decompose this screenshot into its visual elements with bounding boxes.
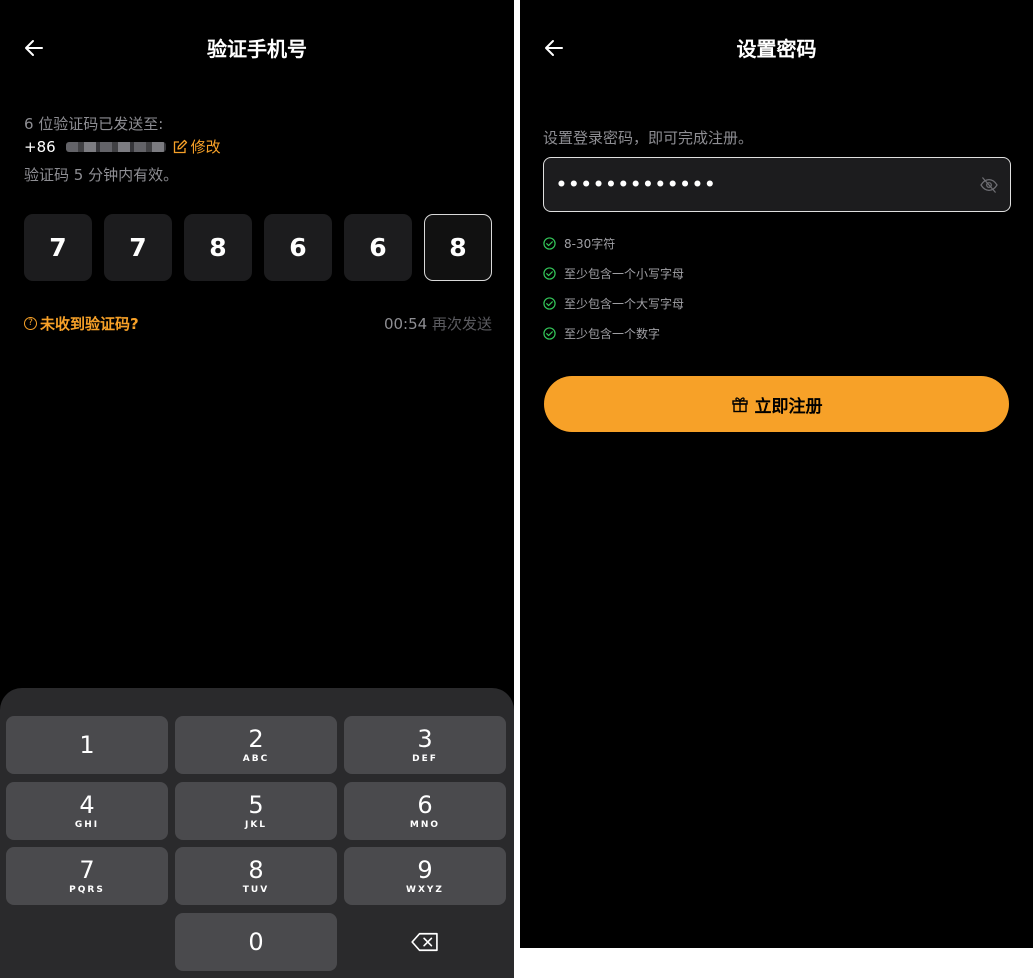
key-letters: TUV [242, 885, 270, 895]
phone-number-row: +86 修改 [24, 137, 221, 157]
key-digit: 1 [79, 731, 95, 759]
edit-icon [173, 139, 187, 154]
backspace-icon [411, 932, 438, 952]
code-digit-4[interactable]: 6 [264, 214, 332, 281]
key-blank [6, 913, 168, 971]
rule-number: 至少包含一个数字 [543, 318, 684, 348]
rule-text: 至少包含一个大写字母 [564, 296, 685, 311]
edit-label: 修改 [190, 138, 221, 156]
code-validity-text: 验证码 5 分钟内有效。 [24, 166, 179, 184]
key-0[interactable]: 0 [175, 913, 337, 971]
verify-phone-screen: 验证手机号 6 位验证码已发送至: +86 修改 验证码 5 分钟内有效。 7 … [0, 0, 514, 978]
key-8[interactable]: 8 TUV [175, 847, 337, 905]
check-circle-icon [543, 296, 556, 310]
key-digit: 0 [248, 928, 264, 956]
key-letters: MNO [409, 820, 441, 830]
code-digit-6[interactable]: 8 [424, 214, 492, 281]
numeric-keypad: 1 2 ABC 3 DEF 4 GHI 5 JKL 6 MNO 7 PQRS 8… [0, 688, 514, 978]
rule-lowercase: 至少包含一个小写字母 [543, 258, 684, 288]
rule-length: 8-30字符 [543, 228, 684, 258]
phone-number-redacted [65, 142, 166, 152]
check-circle-icon [543, 236, 556, 250]
code-sent-text: 6 位验证码已发送至: [24, 115, 164, 133]
code-digit-5[interactable]: 6 [344, 214, 412, 281]
password-input[interactable]: ••••••••••••• [543, 157, 1011, 212]
key-digit: 5 [248, 791, 264, 819]
key-digit: 9 [417, 856, 433, 884]
key-delete[interactable] [344, 913, 506, 971]
key-7[interactable]: 7 PQRS [6, 847, 168, 905]
key-letters: JKL [244, 820, 268, 830]
key-6[interactable]: 6 MNO [344, 782, 506, 840]
question-circle-icon: ? [24, 317, 37, 330]
resend-code-button[interactable]: 00:54 再次发送 [384, 313, 492, 334]
code-digit-1[interactable]: 7 [24, 214, 92, 281]
key-letters: PQRS [69, 885, 105, 895]
rule-text: 至少包含一个数字 [564, 326, 661, 341]
eye-off-icon[interactable] [980, 177, 998, 193]
set-password-screen: 设置密码 设置登录密码，即可完成注册。 ••••••••••••• 8-30字符… [520, 0, 1033, 948]
rule-uppercase: 至少包含一个大写字母 [543, 288, 684, 318]
check-circle-icon [543, 266, 556, 280]
key-letters: GHI [74, 820, 100, 830]
code-digit-3[interactable]: 8 [184, 214, 252, 281]
key-letters: WXYZ [406, 885, 444, 895]
key-digit: 4 [79, 791, 95, 819]
key-digit: 6 [417, 791, 433, 819]
rule-text: 8-30字符 [564, 236, 616, 251]
verification-code-input[interactable]: 7 7 8 6 6 8 [24, 214, 492, 281]
code-not-received-link[interactable]: ? 未收到验证码? [24, 313, 139, 334]
edit-phone-link[interactable]: 修改 [172, 137, 221, 157]
key-digit: 8 [248, 856, 264, 884]
key-2[interactable]: 2 ABC [175, 716, 337, 774]
key-1[interactable]: 1 [6, 716, 168, 774]
password-rules-list: 8-30字符 至少包含一个小写字母 至少包含一个大写字母 至少包含一个数字 [543, 228, 684, 348]
key-digit: 3 [417, 725, 433, 753]
gift-icon [731, 397, 748, 413]
rule-text: 至少包含一个小写字母 [564, 266, 685, 281]
key-4[interactable]: 4 GHI [6, 782, 168, 840]
page-title: 设置密码 [736, 37, 817, 61]
key-digit: 2 [248, 725, 264, 753]
key-9[interactable]: 9 WXYZ [344, 847, 506, 905]
password-hint: 设置登录密码，即可完成注册。 [543, 129, 754, 147]
key-digit: 7 [79, 856, 95, 884]
register-button[interactable]: 立即注册 [544, 376, 1009, 432]
register-label: 立即注册 [754, 396, 823, 417]
page-title: 验证手机号 [207, 37, 307, 61]
check-circle-icon [543, 326, 556, 340]
code-digit-2[interactable]: 7 [104, 214, 172, 281]
key-letters: DEF [412, 754, 438, 764]
resend-label: 再次发送 [431, 315, 492, 333]
key-letters: ABC [242, 754, 270, 764]
key-5[interactable]: 5 JKL [175, 782, 337, 840]
countdown-timer: 00:54 [383, 315, 428, 333]
help-label: 未收到验证码? [40, 315, 139, 333]
key-3[interactable]: 3 DEF [344, 716, 506, 774]
password-value: ••••••••••••• [556, 175, 717, 195]
phone-prefix: +86 [24, 138, 56, 156]
